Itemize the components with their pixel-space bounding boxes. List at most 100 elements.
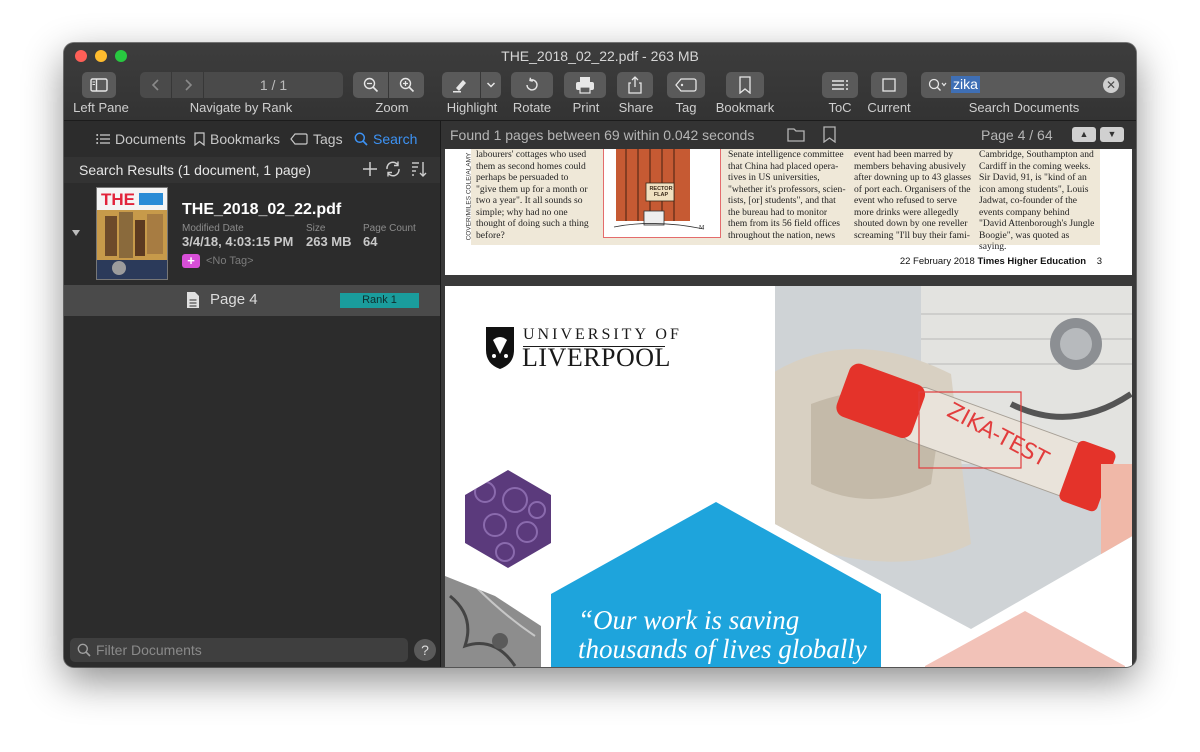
rotate-button[interactable] [511,72,553,98]
triangle-up-icon: ▲ [1079,129,1089,139]
bookmark-button[interactable] [726,72,764,98]
search-documents-field[interactable]: zika ✕ [921,72,1125,98]
toc-button[interactable] [822,72,858,98]
cartoon-frame: M RECTOR FLAP [603,149,721,238]
chevron-right-icon [184,79,192,91]
tab-documents-label: Documents [115,131,186,147]
next-page-button[interactable]: ▼ [1100,127,1124,142]
plus-icon: + [187,253,195,268]
footer-date: 22 February 2018 [899,256,975,267]
text-line: them as second homes could [476,160,586,172]
highlight-menu-button[interactable] [481,72,501,98]
size-value: 263 MB [306,234,352,249]
left-pane: Documents Bookmarks Tags Search Search R… [64,121,441,667]
clear-search-button[interactable]: ✕ [1103,77,1119,93]
sort-icon[interactable] [410,160,428,178]
share-icon [628,76,642,94]
text-line: Cambridge, Southampton and [979,149,1094,160]
footer-page-number: 3 [1096,256,1102,267]
search-input[interactable]: zika [951,76,980,93]
text-line: of port each. Organisers of the [854,183,971,195]
text-line: thought of doing such a thing [476,218,589,229]
document-viewer: Found 1 pages between 69 within 0.042 se… [441,121,1136,667]
zoom-label: Zoom [375,100,409,115]
result-page-label: Page 4 [210,291,258,308]
search-result-row[interactable]: Page 4 Rank 1 [64,285,440,316]
text-line: event who refused to serve [854,195,957,206]
window-title: THE_2018_02_22.pdf - 263 MB [501,48,699,64]
highlight-button[interactable] [442,72,480,98]
filter-documents-field[interactable]: Filter Documents [70,638,408,662]
text-line: Cardiff in the coming weeks. [979,160,1091,172]
university-name-line2: LIVERPOOL [522,343,671,372]
tab-tags[interactable]: Tags [290,131,343,147]
text-line: "give them up for a month or [476,183,588,195]
tab-tags-label: Tags [313,131,343,147]
text-line: tives in US universities, [728,172,820,183]
search-status-bar: Found 1 pages between 69 within 0.042 se… [441,121,1136,149]
search-documents-label: Search Documents [968,100,1080,115]
app-window: THE_2018_02_22.pdf - 263 MB Left Pane 1 … [64,43,1136,667]
add-tag-button[interactable]: + [182,254,200,268]
search-icon [77,643,91,657]
previous-page-button[interactable]: ▲ [1072,127,1096,142]
help-button[interactable]: ? [414,639,436,661]
print-button[interactable] [564,72,606,98]
text-line: screaming "I'll buy their fami- [854,229,970,241]
cartoon-sign: RECTOR FLAP [649,186,673,198]
text-line: Senate intelligence committee [728,149,844,160]
bookmark-icon [194,132,205,146]
rank-badge: Rank 1 [340,293,419,308]
logo-rule [523,346,665,347]
previous-result-button[interactable] [140,72,171,98]
tag-button[interactable] [667,72,705,98]
tab-search-label: Search [373,131,418,147]
text-line: events company behind [979,206,1070,218]
liverpool-logo [485,326,515,375]
filter-input[interactable]: Filter Documents [96,642,202,658]
article-column-1: labourers' cottages who used them as sec… [476,149,594,241]
text-line: simple; why had no one [476,206,568,218]
highlighter-icon [453,80,466,93]
zoom-in-button[interactable] [389,72,424,98]
text-line: shouted down by one reveller [854,218,968,229]
text-line: throughout the nation, news [728,229,836,241]
list-icon [832,80,848,90]
add-icon[interactable] [361,160,379,178]
question-mark-icon: ? [421,642,429,658]
bookmark-icon[interactable] [823,126,836,143]
search-icon [354,132,368,146]
article-column-3: event had been marred by members behavin… [854,149,972,241]
size-label: Size [306,223,326,234]
purple-tissue-hexagon [465,470,551,568]
next-result-button[interactable] [172,72,203,98]
tab-documents[interactable]: Documents [96,131,186,147]
page-field[interactable]: 1 / 1 [204,72,343,98]
disclosure-triangle-icon[interactable] [71,228,81,238]
quote-line-1: “Our work is saving [578,605,800,635]
tag-placeholder: <No Tag> [206,255,254,267]
tab-bookmarks[interactable]: Bookmarks [194,131,280,147]
page-count-label: Page Count [363,223,416,234]
refresh-icon[interactable] [384,160,402,178]
rotate-icon [526,77,538,91]
photo-credit-text: COVER/MILES COLE/ALAMY [465,152,473,241]
zoom-out-button[interactable] [353,72,388,98]
modified-date-label: Modified Date [182,223,244,234]
tag-icon [290,133,308,145]
folder-icon[interactable] [787,127,805,142]
document-row[interactable]: THE THE_2018_02_22.pdf Modified Date 3/4… [64,183,440,283]
bookmark-icon [739,76,751,94]
quote-text: “Our work is saving thousands of lives g… [578,606,878,664]
share-button[interactable] [617,72,653,98]
current-button[interactable] [871,72,907,98]
magazine-cover-image: THE [97,188,167,279]
search-results-title: Search Results (1 document, 1 page) [79,162,311,178]
text-line: two a year". It all sounds so [476,195,583,206]
tab-search[interactable]: Search [354,131,417,147]
left-pane-button[interactable] [82,72,116,98]
text-line: Jadwat, co-founder of the [979,195,1078,206]
text-line: before? [476,229,505,241]
document-name: THE_2018_02_22.pdf [182,201,342,218]
zoom-in-icon [399,77,414,93]
